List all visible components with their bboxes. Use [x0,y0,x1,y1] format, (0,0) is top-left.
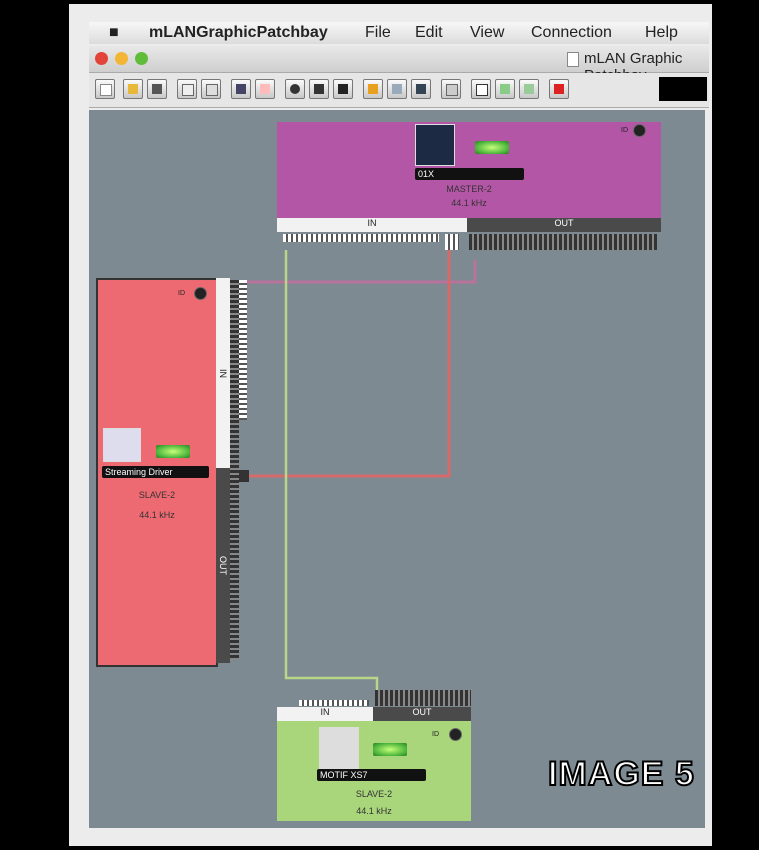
settings-icon[interactable] [519,79,539,99]
sample-rate-label: 44.1 kHz [139,510,175,520]
apple-menu-icon[interactable]: ■ [109,24,119,42]
sync-led-indicator [156,445,190,458]
device-master[interactable]: ID 01X MASTER-2 44.1 kHz [277,122,661,218]
connection-wire-master-to-streaming [246,260,477,284]
monitor-icon[interactable] [333,79,353,99]
minimize-window-button[interactable] [115,52,128,65]
title-bar: mLAN Graphic Patchbay [89,46,709,84]
in-port-strip[interactable] [283,234,439,242]
in-port-selected[interactable] [445,234,459,250]
window-icon[interactable] [471,79,491,99]
stop-icon[interactable] [549,79,569,99]
sync-led-indicator [373,743,407,756]
menu-view[interactable]: View [470,24,504,42]
device-streaming-driver[interactable]: ID Streaming Driver SLAVE-2 44.1 kHz [96,278,218,667]
copy-icon[interactable] [177,79,197,99]
device-motif-xs7[interactable]: ID MOTIF XS7 SLAVE-2 44.1 kHz [277,721,471,821]
device-role-label: MASTER-2 [446,184,492,194]
menu-edit[interactable]: Edit [415,24,443,42]
id-knob[interactable] [633,124,646,137]
patchbay-canvas[interactable]: ID 01X MASTER-2 44.1 kHz IN OUT ID Strea… [89,110,705,828]
grid-icon[interactable] [441,79,461,99]
menu-file[interactable]: File [365,24,391,42]
port-selected[interactable] [239,470,249,482]
id-label: ID [178,290,185,297]
id-label: ID [621,127,628,134]
paste-icon[interactable] [201,79,221,99]
wordclock-icon[interactable] [255,79,275,99]
save-icon[interactable] [147,79,167,99]
out-port-strip[interactable] [375,690,471,706]
id-label: ID [432,731,439,738]
document-icon [567,52,579,67]
out-tab[interactable]: OUT [467,218,661,232]
device-name-label: Streaming Driver [102,466,209,478]
midi-icon[interactable] [309,79,329,99]
menu-connection[interactable]: Connection [531,24,612,42]
connection-wire-streaming-to-master [246,250,451,478]
link-icon[interactable] [411,79,431,99]
in-tab[interactable]: IN [277,218,467,232]
out-tab[interactable]: OUT [373,707,471,721]
out-port-strip[interactable] [230,280,239,660]
device-name-label: 01X [415,168,524,180]
menu-bar: ■ mLANGraphicPatchbay File Edit View Con… [89,22,709,44]
sample-rate-label: 44.1 kHz [451,198,487,208]
connection-wire-master-to-motif [284,250,379,690]
image-caption: IMAGE 5 [547,754,695,794]
status-display [659,77,707,101]
new-icon[interactable] [95,79,115,99]
mixer-device-icon [415,124,455,166]
connect-icon[interactable] [363,79,383,99]
id-knob[interactable] [449,728,462,741]
menu-help[interactable]: Help [645,24,678,42]
device-role-label: SLAVE-2 [138,490,176,500]
sync-led-indicator [475,141,509,154]
zoom-window-button[interactable] [135,52,148,65]
disconnect-icon[interactable] [387,79,407,99]
in-tab[interactable]: IN [216,278,230,468]
in-port-strip[interactable] [238,280,247,420]
device-role-label: SLAVE-2 [355,789,393,799]
toolbar [89,73,709,108]
close-window-button[interactable] [95,52,108,65]
keyboard-device-icon [319,727,359,769]
in-port-strip[interactable] [299,700,369,706]
device-name-label: MOTIF XS7 [317,769,426,781]
out-port-strip[interactable] [469,234,657,250]
sample-rate-label: 44.1 kHz [356,806,392,816]
app-menu[interactable]: mLANGraphicPatchbay [149,24,328,42]
id-knob[interactable] [194,287,207,300]
audio-icon[interactable] [285,79,305,99]
out-tab[interactable]: OUT [216,468,230,663]
in-tab[interactable]: IN [277,707,373,721]
computer-device-icon [103,428,141,462]
refresh-icon[interactable] [495,79,515,99]
device-list-icon[interactable] [231,79,251,99]
open-icon[interactable] [123,79,143,99]
